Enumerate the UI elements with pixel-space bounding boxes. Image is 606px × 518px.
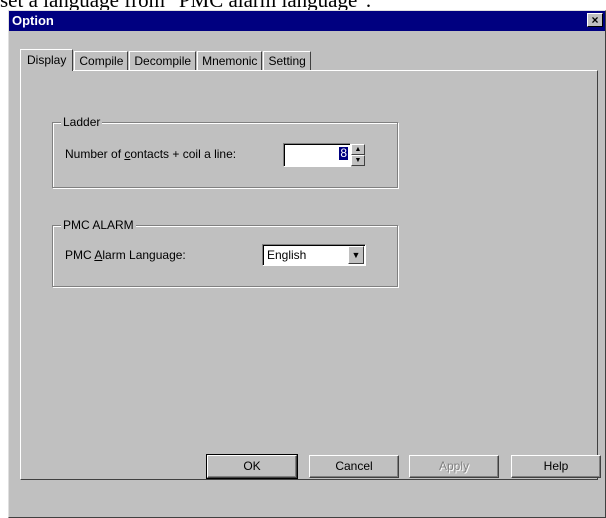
option-dialog: Option × Display Compile Decompile Mnemo… xyxy=(8,10,606,518)
alarm-language-select[interactable]: English ▼ xyxy=(262,244,366,266)
ladder-group: Ladder Number of contacts + coil a line:… xyxy=(52,115,398,188)
contacts-spinner: ▲ ▼ xyxy=(351,144,365,166)
ladder-group-title: Ladder xyxy=(61,115,103,129)
ok-button[interactable]: OK xyxy=(206,454,298,479)
help-button[interactable]: Help xyxy=(511,455,601,478)
pmc-alarm-group-title: PMC ALARM xyxy=(61,218,136,232)
contacts-label: Number of contacts + coil a line: xyxy=(65,147,237,161)
tab-strip: Display Compile Decompile Mnemonic Setti… xyxy=(20,48,312,71)
pmc-alarm-group: PMC ALARM PMC Alarm Language: English ▼ xyxy=(52,218,398,287)
tab-display[interactable]: Display xyxy=(20,49,74,71)
alarm-language-label: PMC Alarm Language: xyxy=(65,248,186,262)
tab-mnemonic[interactable]: Mnemonic xyxy=(197,51,263,70)
tab-setting[interactable]: Setting xyxy=(263,51,311,70)
apply-button[interactable]: Apply xyxy=(409,455,499,478)
tab-decompile[interactable]: Decompile xyxy=(129,51,197,70)
tab-compile[interactable]: Compile xyxy=(74,51,129,70)
alarm-language-value: English xyxy=(267,248,307,262)
title-bar[interactable]: Option × xyxy=(9,11,605,31)
spin-down-icon[interactable]: ▼ xyxy=(351,155,365,166)
display-tab-panel: Ladder Number of contacts + coil a line:… xyxy=(20,70,598,480)
cancel-button[interactable]: Cancel xyxy=(309,455,399,478)
contacts-value: 8 xyxy=(339,146,348,160)
window-title: Option xyxy=(12,13,54,28)
close-icon[interactable]: × xyxy=(587,13,603,27)
contacts-spin-input[interactable]: 8 xyxy=(283,143,351,167)
spin-up-icon[interactable]: ▲ xyxy=(351,144,365,155)
chevron-down-icon[interactable]: ▼ xyxy=(348,246,364,264)
